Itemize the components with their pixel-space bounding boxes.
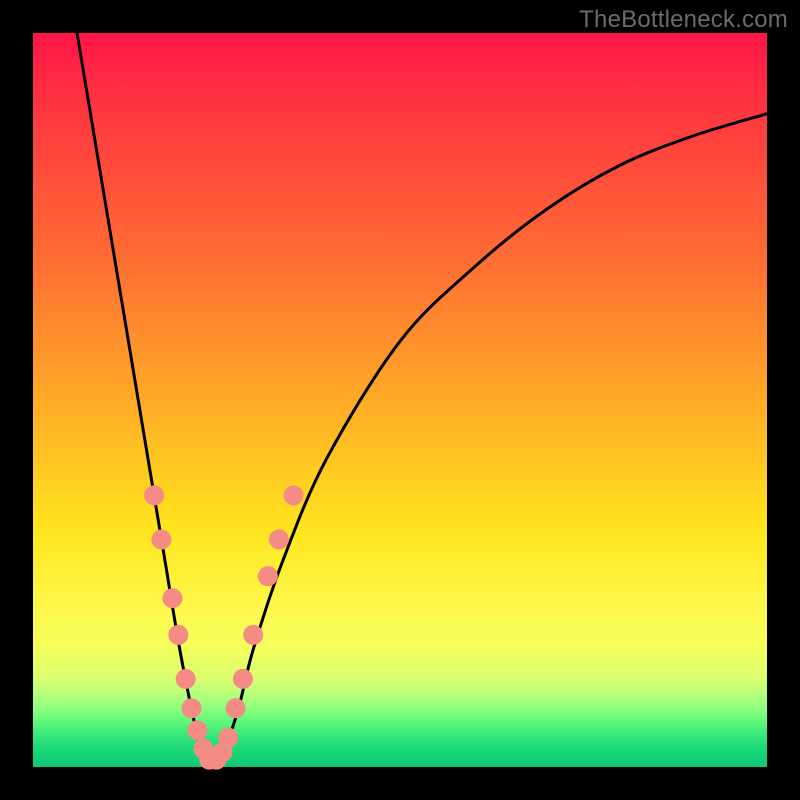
chart-frame: TheBottleneck.com: [0, 0, 800, 800]
highlight-dot: [284, 485, 304, 505]
highlight-dot: [187, 720, 207, 740]
highlight-dot: [162, 588, 182, 608]
highlight-dot: [233, 669, 253, 689]
curve-layer: [33, 33, 767, 767]
highlight-dot: [176, 669, 196, 689]
highlight-dot: [226, 698, 246, 718]
highlight-dots: [144, 485, 303, 769]
highlight-dot: [151, 529, 171, 549]
highlight-dot: [269, 529, 289, 549]
highlight-dot: [258, 566, 278, 586]
highlight-dot: [243, 625, 263, 645]
watermark-text: TheBottleneck.com: [579, 6, 788, 34]
highlight-dot: [144, 485, 164, 505]
curve-path: [77, 33, 767, 769]
bottleneck-curve: [77, 33, 767, 769]
highlight-dot: [168, 625, 188, 645]
highlight-dot: [182, 698, 202, 718]
highlight-dot: [218, 728, 238, 748]
